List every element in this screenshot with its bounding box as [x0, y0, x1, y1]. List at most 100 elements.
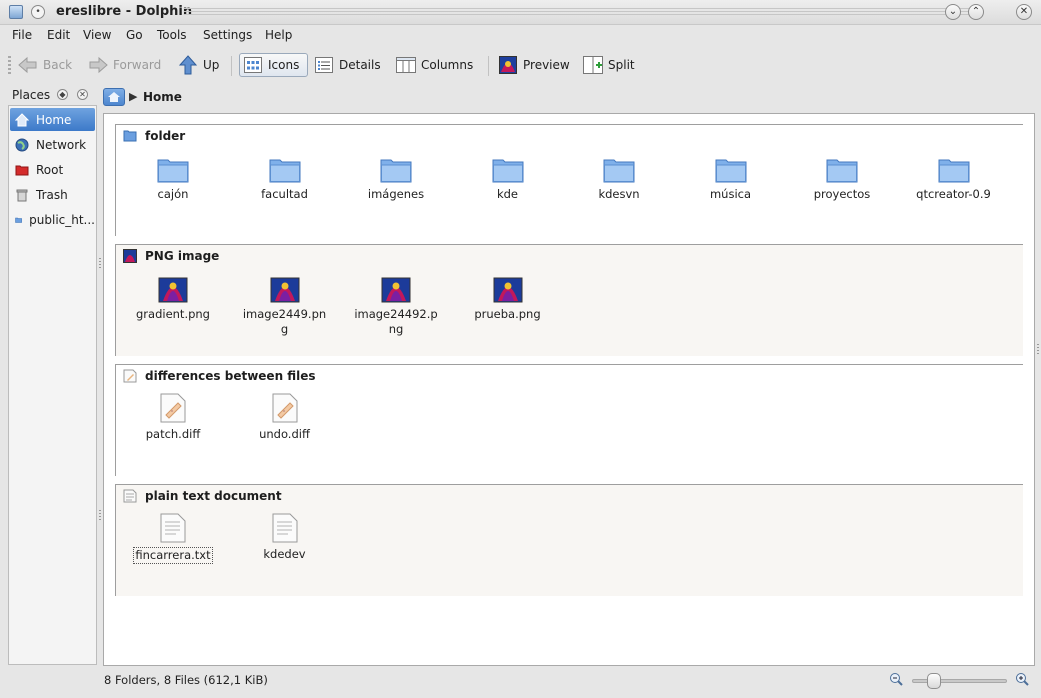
file-item[interactable]: image24492.png	[346, 273, 446, 337]
places-item-label: public_ht...	[29, 212, 95, 227]
minimize-button[interactable]: ⌄	[945, 4, 961, 20]
home-crumb-button[interactable]	[103, 88, 125, 106]
split-view-icon	[583, 55, 603, 75]
png-image-icon	[158, 277, 188, 303]
menu-bar: File Edit View Go Tools Settings Help	[0, 25, 1041, 45]
folder-icon	[492, 159, 523, 183]
file-item[interactable]: qtcreator-0.9	[904, 153, 1004, 202]
folder-icon	[715, 159, 746, 183]
toolbar-separator	[231, 56, 232, 76]
file-group-png: PNG image gradient.png image2449.png image2…	[115, 244, 1023, 356]
network-globe-icon	[15, 138, 29, 151]
panel-splitter[interactable]	[1037, 344, 1039, 354]
places-item-trash[interactable]: Trash	[10, 183, 95, 206]
panel-splitter[interactable]	[99, 510, 101, 520]
details-view-button[interactable]: Details	[314, 53, 381, 77]
toolbar-separator	[488, 56, 489, 76]
folder-icon	[269, 159, 300, 183]
menu-edit[interactable]: Edit	[47, 28, 70, 42]
file-item-label: fincarrera.txt	[133, 547, 213, 564]
places-header: Places	[12, 88, 51, 102]
file-item[interactable]: kdedev	[235, 513, 335, 562]
split-button[interactable]: Split	[583, 53, 635, 77]
file-item[interactable]: kde	[458, 153, 558, 202]
menu-file[interactable]: File	[12, 28, 32, 42]
toolbar-grip[interactable]	[8, 56, 11, 76]
breadcrumb-home[interactable]: Home	[143, 90, 182, 104]
places-item-network[interactable]: Network	[10, 133, 95, 156]
columns-view-label: Columns	[421, 58, 474, 72]
split-label: Split	[608, 58, 635, 72]
root-folder-icon	[15, 165, 29, 175]
file-item[interactable]: patch.diff	[123, 393, 223, 442]
file-view[interactable]: folder cajón facultad imágenes kde kdesvn músi…	[103, 113, 1035, 666]
status-text: 8 Folders, 8 Files (612,1 KiB)	[104, 673, 268, 687]
file-item[interactable]: música	[681, 153, 781, 202]
file-item[interactable]: undo.diff	[235, 393, 335, 442]
png-image-icon	[270, 277, 299, 303]
menu-go[interactable]: Go	[126, 28, 143, 42]
dolphin-app-icon	[9, 5, 23, 19]
png-image-icon	[493, 277, 522, 303]
forward-button[interactable]: Forward	[88, 53, 161, 77]
preview-image-icon	[498, 55, 518, 75]
places-item-public-html[interactable]: public_ht...	[10, 208, 95, 231]
up-label: Up	[203, 58, 220, 72]
folder-icon	[380, 159, 412, 183]
back-button[interactable]: Back	[18, 53, 72, 77]
icons-view-button[interactable]: Icons	[239, 53, 308, 77]
file-item[interactable]: proyectos	[792, 153, 892, 202]
icons-view-label: Icons	[268, 58, 300, 72]
panel-splitter[interactable]	[99, 258, 101, 268]
places-item-label: Home	[36, 112, 72, 127]
breadcrumb: ▶ Home	[103, 86, 1035, 108]
file-item-label: cajón	[157, 187, 189, 201]
group-title: differences between files	[145, 369, 316, 383]
group-title: folder	[145, 129, 186, 143]
close-button[interactable]: ✕	[1016, 4, 1032, 20]
places-float-button[interactable]: ◆	[57, 89, 68, 100]
columns-view-button[interactable]: Columns	[396, 53, 473, 77]
places-item-root[interactable]: Root	[10, 158, 95, 181]
diff-file-icon	[272, 393, 297, 423]
file-group-diff: differences between files patch.diff undo.…	[115, 364, 1023, 476]
file-item[interactable]: kdesvn	[569, 153, 669, 202]
places-item-home[interactable]: Home	[10, 108, 95, 131]
file-item-label: proyectos	[813, 187, 871, 201]
zoom-in-icon[interactable]	[1015, 672, 1029, 686]
menu-settings[interactable]: Settings	[203, 28, 252, 42]
preview-button[interactable]: Preview	[498, 53, 570, 77]
text-file-icon	[272, 513, 297, 543]
back-arrow-icon	[18, 55, 38, 75]
window-menu-button[interactable]: •	[31, 5, 45, 19]
forward-arrow-icon	[88, 55, 108, 75]
breadcrumb-separator-icon: ▶	[129, 90, 138, 103]
group-png-icon	[123, 249, 137, 263]
places-item-label: Root	[36, 162, 64, 177]
file-item-label: imágenes	[367, 187, 425, 201]
menu-help[interactable]: Help	[265, 28, 292, 42]
group-folder-icon	[123, 129, 137, 143]
details-view-icon	[314, 55, 334, 75]
folder-icon	[603, 159, 635, 183]
file-item[interactable]: fincarrera.txt	[123, 513, 223, 564]
zoom-slider-handle[interactable]	[927, 673, 941, 689]
file-item[interactable]: facultad	[235, 153, 335, 202]
group-text-icon	[123, 489, 137, 503]
group-title: plain text document	[145, 489, 282, 503]
up-button[interactable]: Up	[178, 53, 219, 77]
file-item[interactable]: gradient.png	[123, 273, 223, 322]
folder-icon	[938, 159, 969, 183]
menu-view[interactable]: View	[83, 28, 111, 42]
file-item[interactable]: cajón	[123, 153, 223, 202]
zoom-slider[interactable]	[912, 673, 1007, 689]
places-close-button[interactable]: ✕	[77, 89, 88, 100]
file-item[interactable]: image2449.png	[235, 273, 335, 337]
folder-icon	[157, 159, 189, 183]
file-item[interactable]: imágenes	[346, 153, 446, 202]
file-item[interactable]: prueba.png	[458, 273, 558, 322]
zoom-out-icon[interactable]	[889, 672, 903, 686]
places-panel: Places ◆ ✕ Home Network Root Trash publi…	[7, 86, 97, 666]
maximize-button[interactable]: ⌃	[968, 4, 984, 20]
menu-tools[interactable]: Tools	[157, 28, 187, 42]
